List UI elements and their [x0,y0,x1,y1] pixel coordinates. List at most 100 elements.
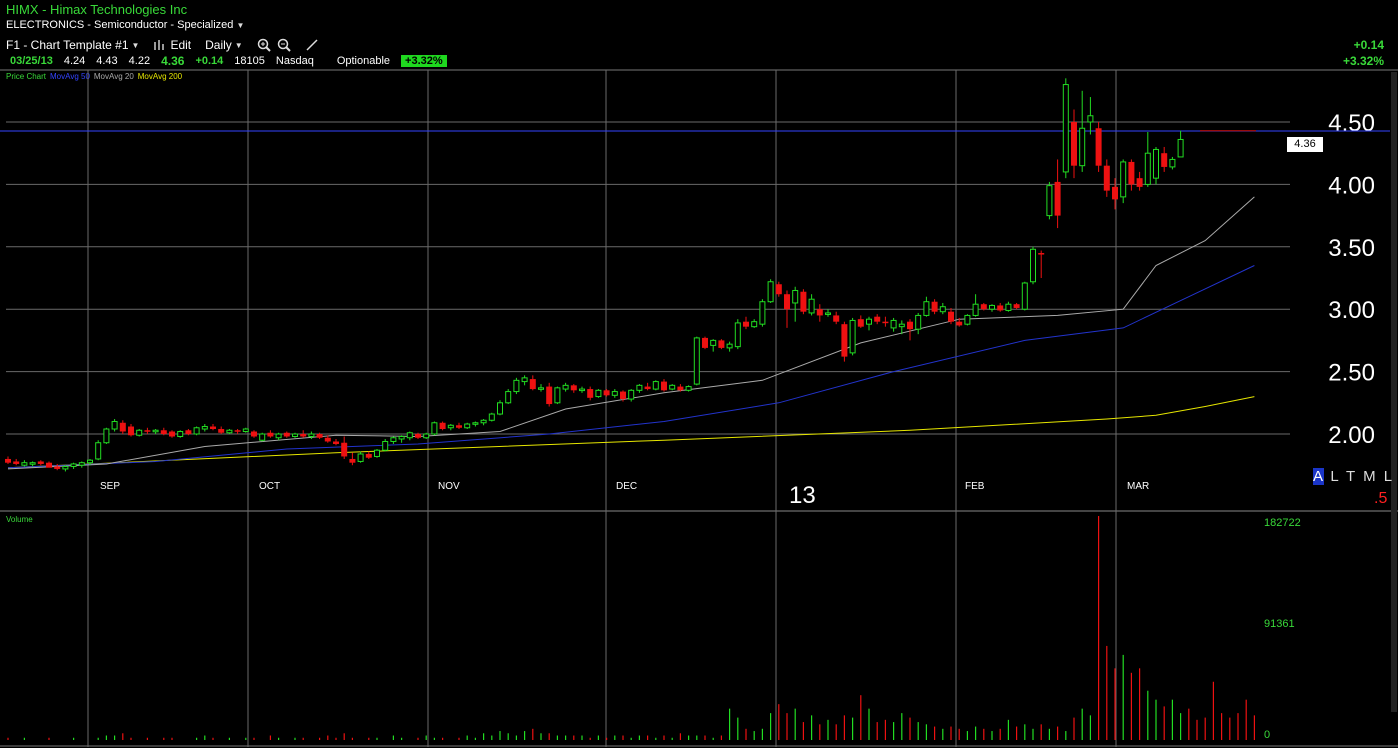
candle-body-up [1005,303,1012,311]
candle-body-down [169,431,175,437]
candle-body-up [152,429,159,433]
price-tick-label: 3.50 [1328,235,1375,262]
timeframe-selector[interactable]: A L T M L [1313,468,1394,485]
candle-body-down [956,321,963,326]
candle-body-down [333,441,339,444]
year-label: 13 [789,482,816,509]
candle-body-up [423,433,430,439]
candle-body-up [497,402,503,415]
candle-body-up [21,462,28,466]
candle-body-up [259,433,266,441]
volume-tick-label: 91361 [1264,618,1295,630]
candle-body-down [234,430,241,432]
candle-body-down [1095,128,1102,166]
volume-label: Volume [6,515,33,524]
last-price-box: 4.36 [1287,137,1323,152]
candle-body-down [997,305,1004,311]
month-label: DEC [616,481,637,492]
timeframe-options[interactable]: L T M L [1330,468,1394,485]
candle-body-up [628,389,635,400]
candle-body-up [431,422,438,435]
candle-body-up [193,427,200,435]
candle-body-down [456,425,462,428]
candle-body-down [784,294,790,310]
candle-body-up [390,437,397,442]
candle-body-down [907,321,913,330]
candle-body-up [915,314,922,330]
candle-body-up [292,433,298,437]
candle-body-up [1177,138,1184,158]
candle-body-down [316,434,323,438]
candle-body-up [964,314,971,325]
price-chart[interactable]: 4.50 4.00 3.50 3.00 2.50 2.00 SEP OCT NOV DEC FEB M… [0,0,1398,748]
month-label: OCT [259,481,280,492]
candle-body-down [800,291,807,312]
candle-body-down [661,381,667,391]
candle-body-down [570,385,577,391]
candle-body-down [857,319,864,327]
candle-body-up [939,306,946,313]
candle-body-up [136,429,143,436]
price-tick-label: 4.00 [1328,172,1375,199]
candle-body-down [1013,304,1020,308]
scrollbar [1391,72,1397,712]
candle-body-up [792,289,799,304]
candle-body-up [989,304,995,310]
candle-body-down [948,311,954,322]
candle-body-down [775,284,782,295]
price-tick-label: 2.00 [1328,422,1375,449]
candle-body-up [464,423,471,429]
candle-body-up [382,440,389,451]
candle-body-down [210,426,216,430]
candle-body-down [833,315,840,322]
candle-body-up [595,389,602,398]
month-label: SEP [100,481,120,492]
candle-body-up [480,419,487,424]
candle-body-up [521,377,528,383]
candle-body-up [636,384,643,391]
candle-body-up [472,422,479,425]
candle-body-up [488,413,495,421]
candle-body-down [874,316,881,322]
candle-body-down [365,453,372,458]
candle-body-down [128,426,134,436]
candle-body-down [54,466,61,469]
candle-body-down [144,430,151,432]
candle-body-down [718,340,725,348]
timeframe-selected[interactable]: A [1313,468,1325,485]
candle-body-up [923,301,930,316]
candle-body-up [505,391,512,404]
candle-body-down [349,458,356,463]
candle-body-up [562,384,569,390]
candle-body-up [710,339,717,346]
candle-body-up [62,465,69,470]
candle-body-down [1054,181,1061,216]
candle-body-up [29,462,36,465]
candle-body-down [251,431,257,437]
candle-body-down [267,432,274,437]
candle-body-down [1136,178,1143,187]
volume-tick-label: 0 [1264,729,1270,741]
candle-body-down [603,390,610,396]
candle-body-up [1144,152,1151,185]
candle-body-up [726,343,733,349]
candle-body-up [734,322,741,348]
candle-body-down [1103,165,1110,191]
candle-body-up [866,318,872,325]
candle-body-up [538,387,544,390]
candle-body-down [341,442,348,457]
candle-body-up [759,301,766,325]
candle-body-up [685,386,692,391]
candle-body-up [447,424,454,429]
candle-body-up [95,442,102,460]
candle-body-down [1161,153,1168,167]
price-tick-label: 3.00 [1328,297,1375,324]
candle-body-up [1046,185,1053,217]
candle-body-down [1128,161,1135,185]
candle-body-down [702,337,708,348]
candle-body-down [677,386,684,391]
candle-body-down [185,430,192,434]
candle-body-down [841,324,848,357]
candle-body-down [160,430,167,434]
candle-body-down [415,434,421,438]
